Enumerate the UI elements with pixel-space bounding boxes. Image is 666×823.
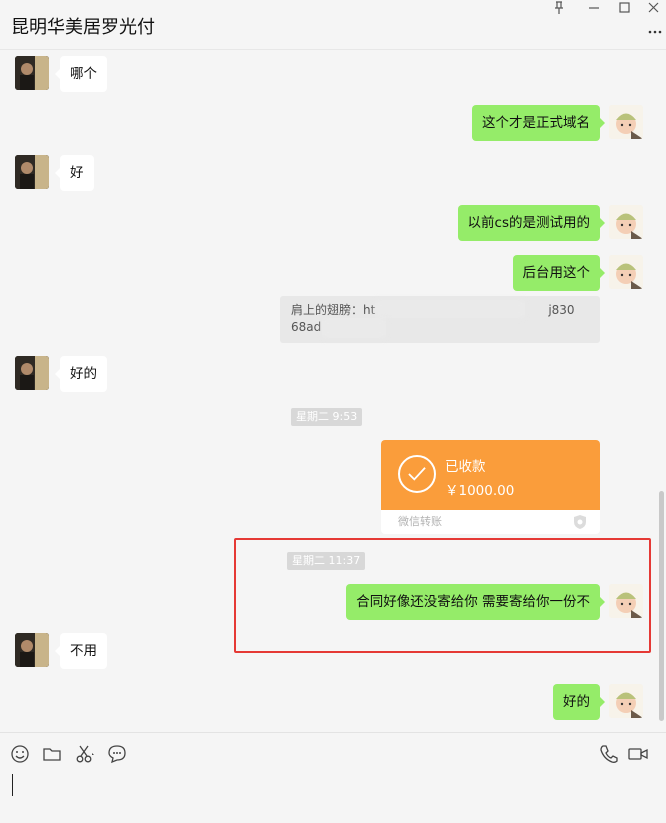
timestamp: 星期二 11:37: [287, 552, 366, 570]
redaction-blur: [375, 300, 525, 318]
timestamp: 星期二 9:53: [291, 408, 363, 426]
minimize-icon[interactable]: [583, 0, 605, 16]
more-options-icon[interactable]: [648, 22, 662, 36]
check-circle-icon: [398, 455, 436, 493]
contact-avatar[interactable]: [15, 356, 49, 390]
chat-scrollbar[interactable]: [659, 491, 664, 721]
message-bubble[interactable]: 好: [55, 155, 94, 191]
link-message-card[interactable]: 肩上的翅膀：ht j830 68ad: [280, 296, 600, 343]
pin-icon[interactable]: [548, 0, 570, 16]
my-avatar[interactable]: [609, 205, 643, 239]
message-bubble[interactable]: 这个才是正式域名: [472, 105, 605, 141]
my-avatar[interactable]: [609, 684, 643, 718]
contact-avatar[interactable]: [15, 56, 49, 90]
link-card-text-start: 肩上的翅膀：ht: [291, 303, 376, 317]
chat-messages[interactable]: 哪个 这个才是正式域名 好 以前cs的是测试用的 后台用这个 肩上的翅膀：ht j…: [0, 51, 666, 731]
my-avatar[interactable]: [609, 105, 643, 139]
redaction-blur: [322, 318, 386, 338]
shield-icon: [574, 515, 586, 529]
folder-icon[interactable]: [41, 743, 63, 765]
my-avatar[interactable]: [609, 255, 643, 289]
message-bubble[interactable]: 不用: [55, 633, 107, 669]
text-input-cursor[interactable]: [12, 774, 13, 796]
scissors-icon[interactable]: [73, 743, 95, 765]
message-bubble[interactable]: 好的: [55, 356, 107, 392]
message-bubble[interactable]: 哪个: [55, 56, 107, 92]
emoji-icon[interactable]: [9, 743, 31, 765]
maximize-icon[interactable]: [614, 0, 636, 16]
message-bubble[interactable]: 以前cs的是测试用的: [457, 205, 606, 241]
my-avatar[interactable]: [609, 584, 643, 618]
chat-title: 昆明华美居罗光付: [11, 17, 155, 38]
transfer-label: 微信转账: [398, 515, 442, 528]
contact-avatar[interactable]: [15, 155, 49, 189]
input-toolbar: [0, 732, 666, 823]
video-call-icon[interactable]: [627, 743, 649, 765]
link-card-text-end: j830: [548, 303, 575, 317]
transfer-card-footer: 微信转账: [381, 510, 600, 534]
title-bar: 昆明华美居罗光付: [0, 0, 666, 50]
wechat-transfer-card[interactable]: 已收款 ￥1000.00 微信转账: [381, 440, 600, 534]
close-icon[interactable]: [643, 0, 665, 16]
message-bubble[interactable]: 后台用这个: [512, 255, 605, 291]
message-bubble[interactable]: 合同好像还没寄给你 需要寄给你一份不: [346, 584, 605, 620]
chat-history-icon[interactable]: [106, 743, 128, 765]
contact-avatar[interactable]: [15, 633, 49, 667]
transfer-status: 已收款: [445, 459, 486, 475]
message-bubble[interactable]: 好的: [553, 684, 605, 720]
transfer-amount: ￥1000.00: [445, 483, 515, 499]
phone-icon[interactable]: [598, 743, 620, 765]
transfer-card-body: 已收款 ￥1000.00: [381, 440, 600, 510]
